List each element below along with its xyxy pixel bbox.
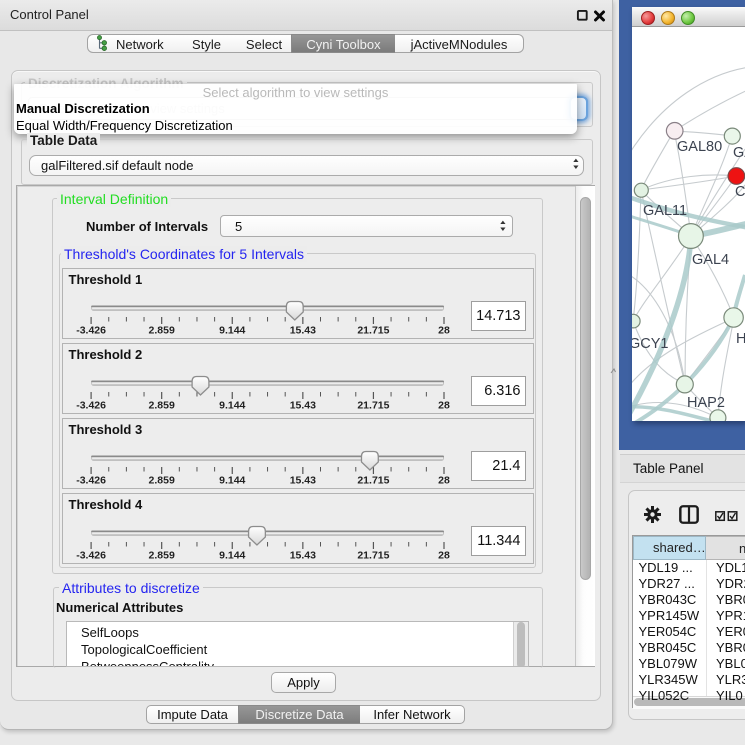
svg-text:GAL80: GAL80	[677, 139, 722, 155]
svg-text:2.859: 2.859	[148, 549, 174, 561]
svg-text:28: 28	[438, 474, 450, 486]
svg-text:GAL: GAL	[733, 145, 745, 161]
svg-text:GAL11: GAL11	[643, 203, 687, 219]
svg-text:HAP2: HAP2	[687, 395, 725, 411]
svg-text:21.715: 21.715	[357, 474, 389, 486]
svg-text:28: 28	[438, 399, 450, 411]
svg-text:-3.426: -3.426	[76, 399, 106, 411]
svg-text:21.715: 21.715	[357, 324, 389, 336]
svg-text:21.715: 21.715	[357, 549, 389, 561]
svg-text:9.144: 9.144	[219, 399, 245, 411]
svg-text:9.144: 9.144	[219, 324, 245, 336]
svg-text:28: 28	[438, 549, 450, 561]
svg-text:-3.426: -3.426	[76, 324, 106, 336]
svg-text:15.43: 15.43	[289, 474, 315, 486]
svg-text:2.859: 2.859	[148, 324, 174, 336]
svg-text:9.144: 9.144	[219, 549, 245, 561]
svg-text:21.715: 21.715	[357, 399, 389, 411]
svg-text:H: H	[736, 331, 745, 347]
svg-text:-3.426: -3.426	[76, 549, 106, 561]
svg-text:2.859: 2.859	[148, 474, 174, 486]
svg-text:15.43: 15.43	[289, 324, 315, 336]
svg-text:C: C	[735, 184, 745, 200]
svg-text:28: 28	[438, 324, 450, 336]
svg-text:15.43: 15.43	[289, 399, 315, 411]
svg-text:GCY1: GCY1	[632, 336, 669, 352]
svg-text:15.43: 15.43	[289, 549, 315, 561]
svg-text:-3.426: -3.426	[76, 474, 106, 486]
svg-text:GAL4: GAL4	[692, 252, 729, 268]
svg-text:9.144: 9.144	[219, 474, 245, 486]
svg-text:2.859: 2.859	[148, 399, 174, 411]
